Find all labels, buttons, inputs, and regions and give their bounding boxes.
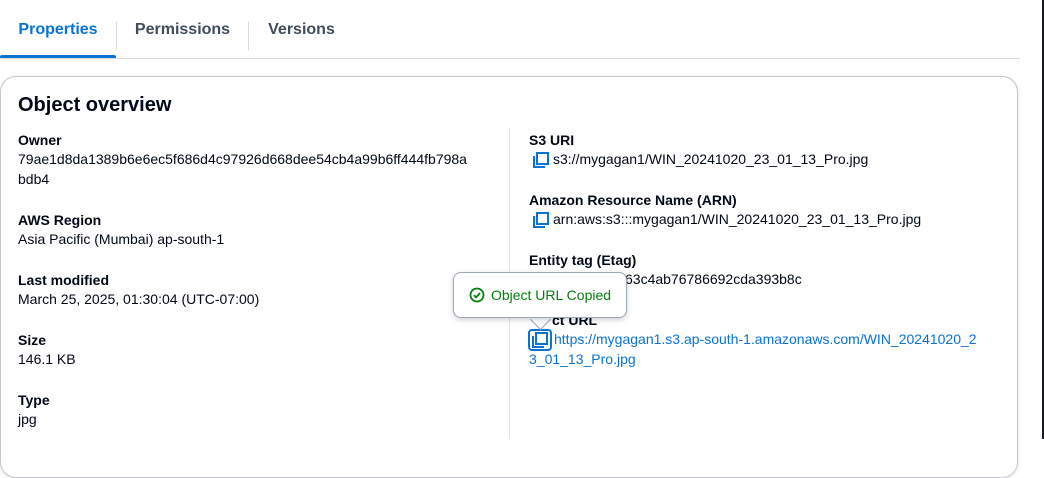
s3-uri-value: s3://mygagan1/WIN_20241020_23_01_13_Pro.… bbox=[553, 151, 869, 167]
tab-properties[interactable]: Properties bbox=[0, 0, 116, 60]
object-url-link[interactable]: https://mygagan1.s3.ap-south-1.amazonaws… bbox=[554, 329, 977, 349]
owner-label: Owner bbox=[18, 132, 62, 148]
last-modified-value: March 25, 2025, 01:30:04 (UTC-07:00) bbox=[18, 291, 260, 307]
copied-toast: Object URL Copied bbox=[453, 272, 627, 318]
aws-region-label: AWS Region bbox=[18, 212, 102, 228]
panel-title: Object overview bbox=[18, 94, 172, 116]
s3-uri-label: S3 URI bbox=[529, 132, 575, 148]
arn-value: arn:aws:s3:::mygagan1/WIN_20241020_23_01… bbox=[553, 211, 922, 227]
last-modified-label: Last modified bbox=[18, 272, 110, 288]
type-value: jpg bbox=[18, 411, 37, 427]
aws-region-value: Asia Pacific (Mumbai) ap-south-1 bbox=[18, 231, 225, 247]
etag-value: 63c4ab76786692cda393b8c bbox=[625, 271, 802, 287]
tab-bar-divider bbox=[0, 58, 1020, 59]
owner-value-line1: 79ae1d8da1389b6e6ec5f686d4c97926d668dee5… bbox=[18, 151, 467, 167]
etag-label: Entity tag (Etag) bbox=[529, 252, 637, 268]
arn-label: Amazon Resource Name (ARN) bbox=[529, 192, 737, 208]
copy-icon[interactable] bbox=[531, 331, 549, 349]
object-url-link-line2[interactable]: 3_01_13_Pro.jpg bbox=[529, 349, 636, 369]
copy-icon[interactable] bbox=[532, 151, 550, 169]
copy-icon[interactable] bbox=[532, 211, 550, 229]
type-label: Type bbox=[18, 392, 50, 408]
tab-bar: Properties Permissions Versions bbox=[0, 0, 1020, 60]
tab-permissions[interactable]: Permissions bbox=[117, 0, 248, 60]
size-label: Size bbox=[18, 332, 47, 348]
toast-message: Object URL Copied bbox=[490, 287, 612, 303]
size-value: 146.1 KB bbox=[18, 351, 76, 367]
tab-versions[interactable]: Versions bbox=[249, 0, 354, 60]
check-circle-icon bbox=[469, 287, 485, 303]
owner-value-line2: bdb4 bbox=[18, 171, 50, 187]
